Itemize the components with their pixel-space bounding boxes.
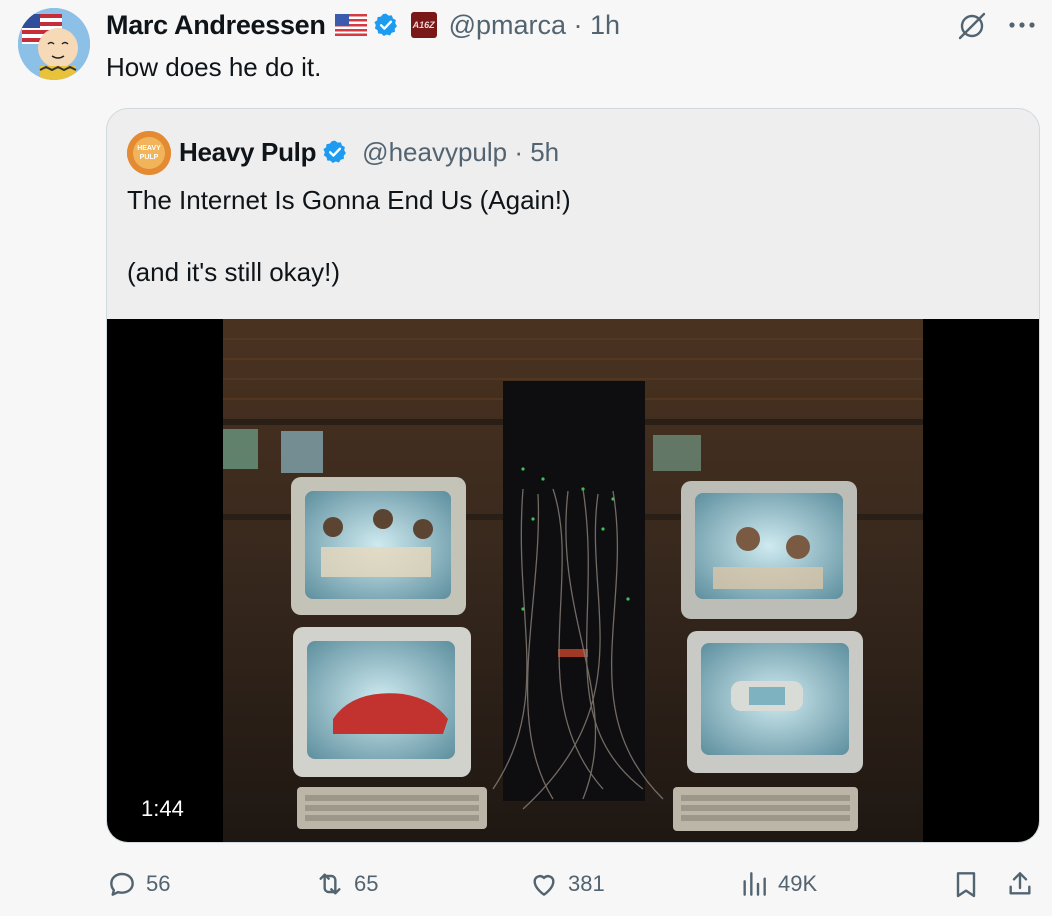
svg-text:PULP: PULP [140, 154, 159, 161]
quoted-header: Heavy Pulp @heavypulp · 5h [179, 135, 559, 169]
reply-count: 56 [146, 871, 171, 896]
author-name[interactable]: Marc Andreessen [106, 10, 326, 41]
share-button[interactable] [1004, 860, 1036, 908]
quoted-avatar[interactable]: HEAVY PULP [127, 131, 171, 175]
quoted-text-line-1: The Internet Is Gonna End Us (Again!) [127, 185, 571, 215]
quoted-tweet-card[interactable]: HEAVY PULP Heavy Pulp @heavypulp · 5h Th… [106, 108, 1040, 843]
like-button[interactable]: 381 [528, 860, 605, 908]
repost-count: 65 [354, 871, 379, 896]
grok-icon[interactable] [954, 8, 990, 44]
author-handle[interactable]: @pmarca · 1h [449, 10, 620, 41]
video-thumbnail [223, 319, 923, 842]
svg-text:HEAVY: HEAVY [137, 145, 161, 152]
views-count: 49K [778, 871, 818, 896]
tweet-text: How does he do it. [106, 52, 322, 82]
quoted-author-handle[interactable]: @heavypulp · 5h [362, 137, 559, 168]
us-flag-icon [334, 14, 367, 36]
repost-button[interactable]: 65 [314, 860, 378, 908]
share-icon [1009, 872, 1031, 895]
video-duration: 1:44 [131, 789, 194, 829]
bookmark-icon [956, 872, 976, 898]
reply-icon [110, 872, 134, 896]
affiliate-badge[interactable]: A16Z [410, 12, 437, 38]
tweet[interactable]: Marc Andreessen A16Z @pmarca · 1h How do… [0, 0, 1052, 916]
more-icon[interactable] [1002, 10, 1042, 40]
bookmark-button[interactable] [950, 860, 982, 908]
repost-icon [319, 873, 341, 895]
views-button[interactable]: 49K [738, 860, 817, 908]
tweet-header: Marc Andreessen A16Z @pmarca · 1h [106, 8, 620, 42]
quoted-author-name[interactable]: Heavy Pulp [179, 137, 316, 168]
verified-badge-icon[interactable] [373, 12, 399, 38]
like-count: 381 [568, 871, 605, 896]
quoted-text-line-2: (and it's still okay!) [127, 257, 341, 287]
like-icon [533, 875, 555, 896]
avatar[interactable] [18, 8, 90, 80]
action-bar: 56 65 381 49K [0, 860, 1052, 908]
reply-button[interactable]: 56 [106, 860, 170, 908]
verified-badge-icon[interactable] [322, 139, 348, 165]
views-icon [743, 872, 766, 896]
video-player[interactable]: 1:44 [107, 319, 1039, 842]
